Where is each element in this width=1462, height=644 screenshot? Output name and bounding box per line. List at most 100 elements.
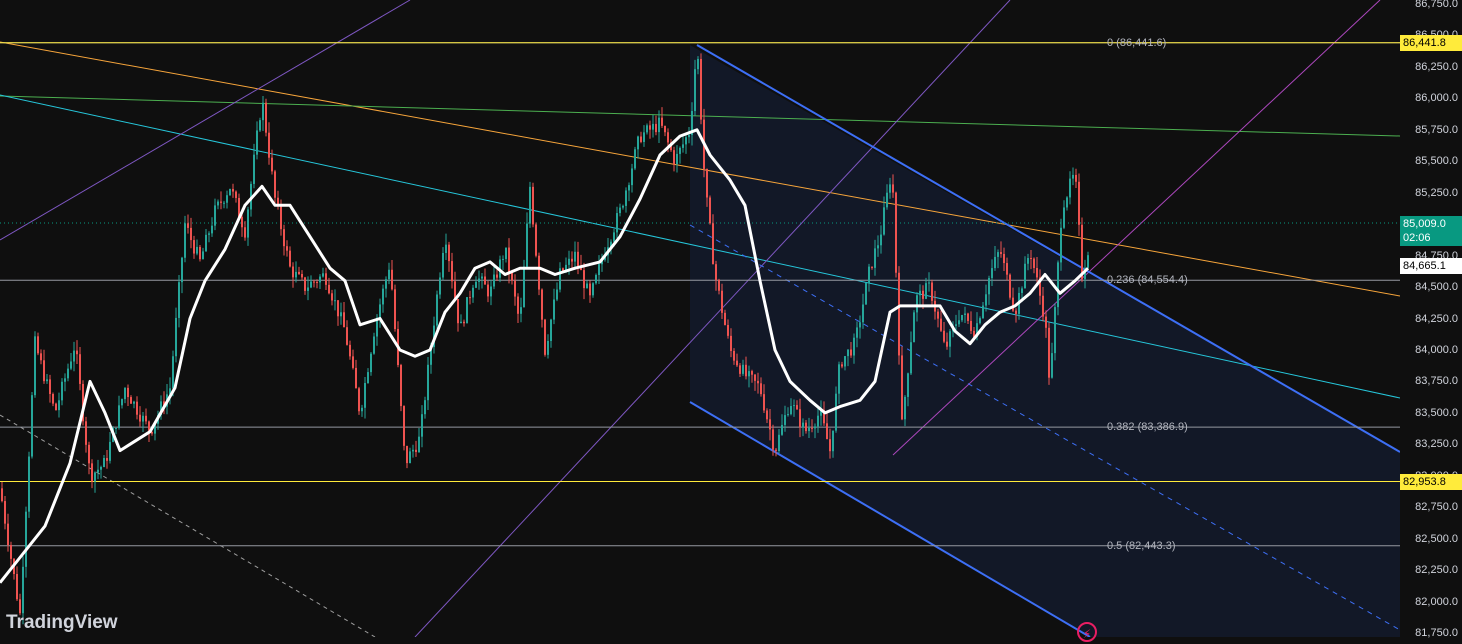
candle-body	[835, 393, 837, 431]
candle-body	[787, 414, 789, 416]
candle-body	[382, 288, 384, 305]
candle-body	[814, 426, 816, 429]
candle-body	[286, 246, 288, 251]
candle-body	[748, 371, 750, 377]
candle-body	[697, 58, 699, 70]
candle-body	[478, 278, 480, 282]
price-tick-label: 83,500.0	[1415, 406, 1458, 419]
candle-body	[1054, 307, 1056, 354]
candle-body	[358, 388, 360, 412]
candle-body	[247, 209, 249, 238]
candle-body	[1030, 258, 1032, 260]
candle-body	[481, 276, 483, 279]
candle-body	[268, 132, 270, 158]
candle-body	[1042, 295, 1044, 317]
candle-body	[103, 458, 105, 467]
candle-body	[235, 191, 237, 198]
candle-body	[1087, 255, 1089, 268]
candle-body	[289, 250, 291, 267]
price-tick-label: 84,000.0	[1415, 343, 1458, 356]
price-axis[interactable]: 86,750.086,500.086,250.086,000.085,750.0…	[1400, 0, 1462, 639]
candle-body	[502, 258, 504, 260]
candle-body	[1057, 262, 1059, 308]
candle-body	[1069, 178, 1071, 198]
candle-body	[742, 364, 744, 374]
candle-body	[178, 282, 180, 318]
candle-body	[445, 244, 447, 253]
fib-level-label: 0.236 (84,554.4)	[1107, 274, 1188, 287]
candle-body	[1, 488, 3, 502]
candle-body	[595, 274, 597, 284]
candle-body	[784, 415, 786, 425]
candle-body	[538, 255, 540, 290]
fib-level-label: 0.382 (83,386.9)	[1107, 421, 1188, 434]
candle-body	[556, 289, 558, 300]
candle-body	[841, 364, 843, 367]
candle-body	[940, 318, 942, 331]
candle-body	[493, 274, 495, 287]
price-chart[interactable]	[0, 0, 1462, 637]
candle-body	[280, 205, 282, 230]
candle-body	[1024, 263, 1026, 289]
candle-body	[469, 297, 471, 299]
candle-body	[763, 394, 765, 411]
candle-body	[685, 137, 687, 145]
candle-body	[16, 574, 18, 600]
candle-body	[727, 324, 729, 336]
candle-body	[1075, 174, 1077, 182]
candle-body	[970, 320, 972, 331]
candle-body	[592, 283, 594, 296]
candle-body	[106, 458, 108, 461]
level-price-badge: 82,953.8	[1400, 473, 1462, 490]
candle-body	[526, 223, 528, 267]
candle-body	[136, 401, 138, 415]
candle-body	[208, 233, 210, 235]
candle-body	[97, 469, 99, 473]
candle-body	[634, 149, 636, 169]
candle-body	[466, 297, 468, 324]
candle-body	[346, 327, 348, 345]
candle-body	[370, 353, 372, 373]
candle-body	[34, 336, 36, 396]
candle-body	[418, 436, 420, 453]
candle-body	[907, 373, 909, 397]
candle-body	[40, 353, 42, 361]
candle-body	[307, 287, 309, 291]
candle-body	[457, 299, 459, 324]
candle-body	[544, 319, 546, 355]
candle-body	[241, 217, 243, 228]
candle-body	[400, 365, 402, 407]
candle-body	[121, 399, 123, 406]
candle-body	[1006, 263, 1008, 275]
candle-body	[649, 125, 651, 130]
candle-body	[985, 294, 987, 306]
candle-body	[190, 227, 192, 241]
candle-body	[487, 284, 489, 297]
candle-body	[31, 395, 33, 457]
candle-body	[892, 184, 894, 193]
candle-body	[583, 270, 585, 289]
price-tick-label: 82,250.0	[1415, 564, 1458, 577]
price-tick-label: 82,500.0	[1415, 532, 1458, 545]
candle-body	[172, 356, 174, 389]
candle-body	[586, 283, 588, 289]
candle-body	[259, 120, 261, 131]
candle-body	[937, 311, 939, 319]
bolt-icon[interactable]: ⚡	[1077, 622, 1097, 642]
candle-body	[313, 281, 315, 283]
candle-body	[757, 380, 759, 384]
candle-body	[988, 278, 990, 295]
candle-body	[484, 276, 486, 285]
candle-body	[736, 360, 738, 366]
candle-body	[118, 405, 120, 428]
candle-body	[589, 283, 591, 296]
candle-body	[901, 355, 903, 420]
candle-body	[214, 205, 216, 226]
candle-body	[271, 157, 273, 172]
candle-body	[883, 207, 885, 235]
price-tick-label: 86,750.0	[1415, 0, 1458, 10]
candle-body	[403, 406, 405, 446]
candle-body	[283, 229, 285, 247]
candle-body	[859, 322, 861, 328]
fib-level-label: 0 (86,441.6)	[1107, 36, 1167, 49]
